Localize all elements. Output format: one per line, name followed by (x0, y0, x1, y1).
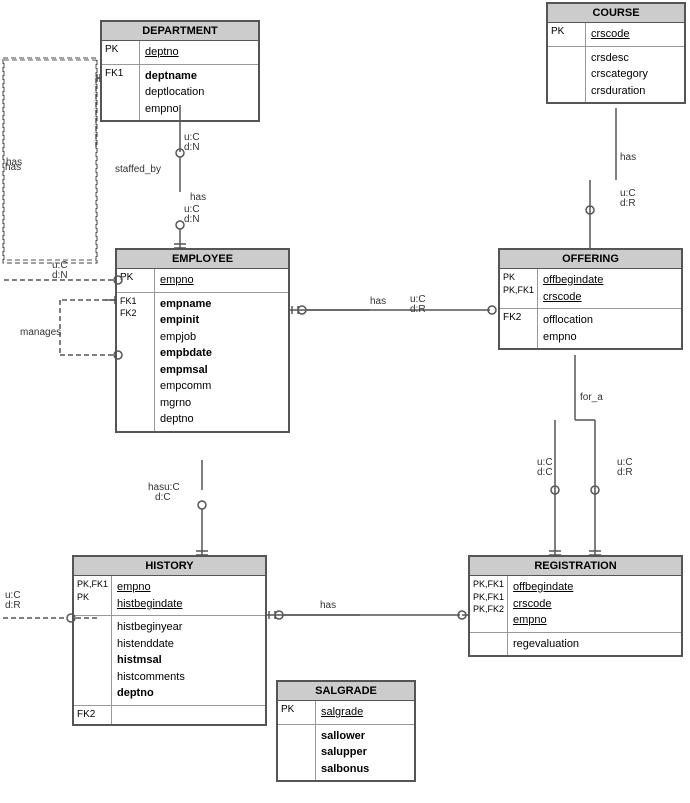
course-pk-label: PK (548, 23, 586, 46)
has-dept-emp: has (190, 192, 206, 203)
department-title: DEPARTMENT (102, 22, 258, 41)
department-attr-fields: deptname deptlocation empno (140, 65, 209, 121)
history-pk-fields: empno histbegindate (112, 576, 187, 615)
offering-title: OFFERING (500, 250, 681, 269)
offering-attr-fields: offlocation empno (538, 309, 598, 348)
registration-pk-label: PK,FK1PK,FK1PK,FK2 (470, 576, 508, 632)
department-pk-label: PK (102, 41, 140, 64)
erd-diagram: DEPARTMENT PK deptno FK1 deptname deptlo… (0, 0, 690, 803)
history-attr-fields: histbeginyear histenddate histmsal histc… (112, 616, 190, 705)
salgrade-pk-label: PK (278, 701, 316, 724)
entity-salgrade: SALGRADE PK salgrade sallower salupper s… (276, 680, 416, 782)
history-fk2-label: FK2 (74, 706, 112, 724)
dc-reg-left: d:C (537, 467, 553, 478)
dr-reg-right: d:R (617, 467, 633, 478)
registration-title: REGISTRATION (470, 557, 681, 576)
history-title: HISTORY (74, 557, 265, 576)
uc-top: u:C (184, 132, 200, 143)
offering-fk2-label: FK2 (500, 309, 538, 348)
registration-attr-fields: regevaluation (508, 633, 584, 656)
course-empty-label (548, 47, 586, 103)
uc-reg-right: u:C (617, 457, 633, 468)
department-pk-fields: deptno (140, 41, 184, 64)
registration-empty-label (470, 633, 508, 656)
history-empty-label (74, 616, 112, 705)
uc-offering: u:C (410, 294, 426, 305)
staffed-by-label: staffed_by (115, 164, 161, 175)
dn-bottom-dept: d:N (184, 214, 200, 225)
uc-reg-left: u:C (537, 457, 553, 468)
course-title: COURSE (548, 4, 684, 23)
entity-department: DEPARTMENT PK deptno FK1 deptname deptlo… (100, 20, 260, 122)
offering-pk-fields: offbegindate crscode (538, 269, 608, 308)
dn-top: d:N (184, 142, 200, 153)
employee-fk-label: FK1FK2 (117, 293, 155, 431)
entity-employee: EMPLOYEE PK empno FK1FK2 empname empinit… (115, 248, 290, 433)
entity-history: HISTORY PK,FK1PK empno histbegindate his… (72, 555, 267, 726)
has-label-outer: has (5, 162, 21, 173)
dr-offering: d:R (410, 304, 426, 315)
course-attr-fields: crsdesc crscategory crsduration (586, 47, 653, 103)
offering-pk-label: PKPK,FK1 (500, 269, 538, 308)
salgrade-attr-fields: sallower salupper salbonus (316, 725, 374, 781)
manages-label: manages (20, 327, 61, 338)
uc-bottom-dept: u:C (184, 204, 200, 215)
employee-pk-label: PK (117, 269, 155, 292)
has-emp-offering: has (370, 296, 386, 307)
entity-course: COURSE PK crscode crsdesc crscategory cr… (546, 2, 686, 104)
for-a-label: for_a (580, 392, 603, 403)
registration-pk-fields: offbegindate crscode empno (508, 576, 578, 632)
employee-title: EMPLOYEE (117, 250, 288, 269)
dn-label-left: d:N (52, 270, 68, 281)
employee-pk-fields: empno (155, 269, 199, 292)
salgrade-pk-fields: salgrade (316, 701, 368, 724)
has-left-label: has (6, 157, 22, 168)
course-pk-fields: crscode (586, 23, 635, 46)
salgrade-empty-label (278, 725, 316, 781)
hasu-label: hasu:C (148, 482, 180, 493)
has-course-offering: has (620, 152, 636, 163)
employee-attr-fields: empname empinit empjob empbdate empmsal … (155, 293, 217, 431)
history-pk-label: PK,FK1PK (74, 576, 112, 615)
dr-outer: d:R (5, 600, 21, 611)
uc-outer: u:C (5, 590, 21, 601)
department-fk-label: FK1 (102, 65, 140, 121)
history-fk2-fields (112, 706, 122, 724)
dc-label: d:C (155, 492, 171, 503)
has-hist-reg: has (320, 600, 336, 611)
salgrade-title: SALGRADE (278, 682, 414, 701)
entity-registration: REGISTRATION PK,FK1PK,FK1PK,FK2 offbegin… (468, 555, 683, 657)
dr-course: d:R (620, 198, 636, 209)
entity-offering: OFFERING PKPK,FK1 offbegindate crscode F… (498, 248, 683, 350)
uc-course: u:C (620, 188, 636, 199)
uc-dn-label-left: u:C (52, 260, 68, 271)
